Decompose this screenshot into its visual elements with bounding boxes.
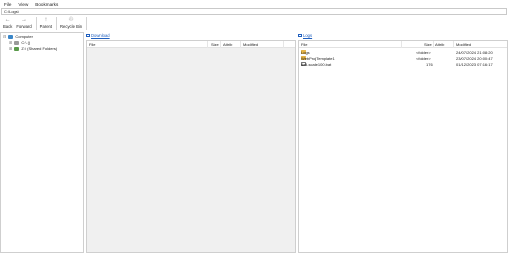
right-column-header: File Size Attrib Modified bbox=[299, 41, 507, 48]
toolbar-divider bbox=[35, 17, 37, 30]
menu-bookmarks[interactable]: Bookmarks bbox=[35, 2, 58, 7]
right-file-list[interactable]: File Size Attrib Modified Logs <folder> … bbox=[298, 40, 508, 253]
drive-icon bbox=[14, 40, 20, 45]
file-modified: 23/07/2024 20:00:47 bbox=[456, 55, 493, 61]
recycle-bin-icon: ♲ bbox=[68, 17, 74, 23]
tree-item-computer[interactable]: ⊟ Computer bbox=[3, 34, 33, 39]
toolbar: ← Back → Forward ↑ Parent ♲ Recycle Bin bbox=[0, 17, 90, 31]
path-input[interactable]: C:\Logs\ bbox=[1, 8, 507, 15]
file-name: dell-scale100.bat bbox=[301, 62, 332, 67]
folder-link-icon bbox=[298, 34, 302, 38]
folder-link-icon bbox=[86, 34, 90, 38]
tree-item-drive-z[interactable]: ⊞ Z:\ (Shared Folders) bbox=[9, 46, 57, 51]
arrow-up-icon: ↑ bbox=[44, 17, 48, 23]
left-col-attrib[interactable]: Attrib bbox=[223, 42, 232, 47]
right-pane-location-link[interactable]: Logs bbox=[298, 33, 312, 38]
toolbar-divider bbox=[86, 17, 88, 30]
parent-button[interactable]: ↑ Parent bbox=[40, 17, 52, 29]
tree-label-drive-z: Z:\ (Shared Folders) bbox=[21, 46, 58, 51]
column-divider[interactable] bbox=[433, 41, 434, 48]
file-size: <folder> bbox=[416, 55, 431, 61]
forward-label: Forward bbox=[16, 24, 32, 29]
tree-label-drive-c: C:\ () bbox=[21, 40, 31, 45]
right-col-file[interactable]: File bbox=[301, 42, 307, 47]
computer-icon bbox=[8, 34, 14, 39]
expand-icon[interactable]: ⊞ bbox=[9, 46, 12, 51]
right-col-modified[interactable]: Modified bbox=[456, 42, 471, 47]
recycle-bin-button[interactable]: ♲ Recycle Bin bbox=[60, 17, 82, 29]
left-file-pane: Download File Size Attrib Modified bbox=[86, 32, 296, 253]
recycle-bin-label: Recycle Bin bbox=[60, 24, 83, 29]
toolbar-divider bbox=[56, 17, 58, 30]
right-file-pane: Logs File Size Attrib Modified Logs <fol… bbox=[298, 32, 508, 253]
expand-icon[interactable]: ⊞ bbox=[9, 40, 12, 45]
column-divider[interactable] bbox=[207, 41, 208, 48]
network-drive-icon bbox=[14, 46, 20, 51]
back-label: Back bbox=[3, 24, 13, 29]
back-button[interactable]: ← Back bbox=[3, 17, 12, 29]
file-modified: 24/07/2024 21:08:20 bbox=[456, 49, 493, 55]
column-divider[interactable] bbox=[240, 41, 241, 48]
parent-label: Parent bbox=[39, 24, 53, 29]
left-col-size[interactable]: Size bbox=[211, 42, 219, 47]
column-divider[interactable] bbox=[220, 41, 221, 48]
arrow-right-icon: → bbox=[20, 17, 27, 23]
left-column-header: File Size Attrib Modified bbox=[87, 41, 295, 48]
left-pane-location: Download bbox=[91, 33, 110, 38]
tree-item-drive-c[interactable]: ⊞ C:\ () bbox=[9, 40, 30, 45]
column-divider[interactable] bbox=[401, 41, 402, 48]
file-size: <folder> bbox=[416, 49, 431, 55]
file-modified: 01/12/2023 07:16:17 bbox=[456, 61, 493, 67]
left-col-file[interactable]: File bbox=[89, 42, 95, 47]
collapse-icon[interactable]: ⊟ bbox=[3, 34, 6, 39]
menu-view[interactable]: View bbox=[18, 2, 28, 7]
forward-button[interactable]: → Forward bbox=[16, 17, 31, 29]
column-divider[interactable] bbox=[453, 41, 454, 48]
right-col-size[interactable]: Size bbox=[424, 42, 432, 47]
arrow-left-icon: ← bbox=[4, 17, 11, 23]
file-row[interactable]: dell-scale100.bat 176 01/12/2023 07:16:1… bbox=[299, 61, 507, 67]
left-col-modified[interactable]: Modified bbox=[243, 42, 258, 47]
menu-file[interactable]: File bbox=[4, 2, 11, 7]
file-size: 176 bbox=[426, 61, 433, 67]
left-file-list[interactable]: File Size Attrib Modified bbox=[86, 40, 296, 253]
column-divider[interactable] bbox=[283, 41, 284, 48]
tree-label-computer: Computer bbox=[15, 34, 33, 39]
right-pane-location: Logs bbox=[303, 33, 313, 38]
menu-bar: File View Bookmarks bbox=[0, 0, 508, 8]
right-col-attrib[interactable]: Attrib bbox=[435, 42, 444, 47]
left-pane-location-link[interactable]: Download bbox=[86, 33, 110, 38]
folder-tree[interactable]: ⊟ Computer ⊞ C:\ () ⊞ Z:\ (Shared Folder… bbox=[0, 32, 84, 253]
